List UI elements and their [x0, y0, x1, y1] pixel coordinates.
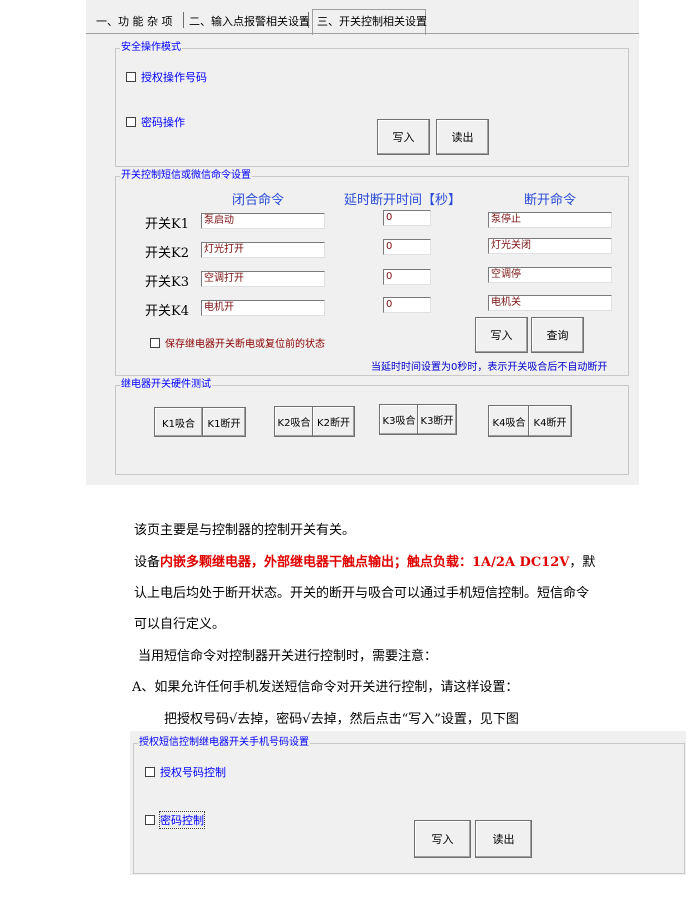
tab-input-alarm[interactable]: 二、输入点报警相关设置 [189, 13, 310, 29]
k2-delay-input[interactable]: 0 [383, 239, 431, 255]
sms-command-group: 开关控制短信或微信命令设置 闭合命令 延时断开时间【秒】 断开命令 开关K1 泵… [115, 169, 629, 376]
k2-open-button[interactable]: K2断开 [312, 406, 355, 437]
sms-query-button[interactable]: 查询 [531, 317, 584, 353]
save-state-label: 保存继电器开关断电或复位前的状态 [165, 339, 325, 350]
safety-mode-group: 安全操作模式 授权操作号码 密码操作 写入 读出 [115, 41, 629, 167]
switch-k1-label: 开关K1 [145, 217, 189, 232]
k4-delay-input[interactable]: 0 [383, 297, 431, 313]
paragraph-relay-spec: 设备内嵌多颗继电器，外部继电器干触点输出；触点负载：1A/2A DC12V，默 [134, 551, 595, 570]
k4-close-button[interactable]: K4吸合 [488, 405, 530, 437]
checkbox-box[interactable] [150, 337, 160, 348]
k2-open-command-input[interactable]: 灯光关闭 [488, 238, 612, 254]
delay-time-header: 延时断开时间【秒】 [344, 193, 462, 208]
password-checkbox[interactable]: 密码操作 [126, 114, 185, 130]
safety-read-button[interactable]: 读出 [436, 119, 489, 155]
safety-mode-title: 安全操作模式 [120, 41, 182, 55]
k4-open-command-input[interactable]: 电机关 [488, 295, 612, 311]
k1-close-button[interactable]: K1吸合 [154, 407, 203, 437]
k3-open-command-input[interactable]: 空调停 [488, 267, 612, 283]
paragraph-instructions: 把授权号码√去掉，密码√去掉，然后点击“写入”设置，见下图 [164, 712, 519, 727]
auth-sms-window: 授权短信控制继电器开关手机号码设置 授权号码控制 密码控制 写入 读出 [130, 731, 686, 875]
tab-misc-functions[interactable]: 一、功 能 杂 项 [96, 13, 173, 29]
k3-open-button[interactable]: K3断开 [417, 404, 457, 435]
delay-note: 当延时时间设置为0秒时，表示开关吸合后不自动断开 [371, 362, 608, 373]
paragraph-custom-commands: 可以自行定义。 [134, 617, 226, 632]
spec-prefix: 设备 [134, 555, 161, 570]
switch-k3-label: 开关K3 [145, 275, 189, 290]
k1-open-command-input[interactable]: 泵停止 [488, 212, 612, 228]
k1-delay-input[interactable]: 0 [383, 210, 431, 226]
k4-close-command-input[interactable]: 电机开 [201, 300, 325, 316]
sms-write-button[interactable]: 写入 [475, 317, 528, 353]
relay-test-title: 继电器开关硬件测试 [120, 378, 212, 392]
switch-k4-label: 开关K4 [145, 304, 189, 319]
auth-sms-group: 授权短信控制继电器开关手机号码设置 授权号码控制 密码控制 写入 读出 [133, 736, 685, 874]
paragraph-intro: 该页主要是与控制器的控制开关有关。 [134, 523, 356, 538]
tab-separator [308, 12, 309, 28]
auth-read-button[interactable]: 读出 [475, 820, 532, 858]
auth-number-control-label: 授权号码控制 [160, 766, 226, 779]
paragraph-default-state: 认上电后均处于断开状态。开关的断开与吸合可以通过手机短信控制。短信命令 [134, 586, 590, 601]
checkbox-box[interactable] [126, 72, 136, 82]
k1-open-button[interactable]: K1断开 [202, 407, 246, 437]
checkbox-box[interactable] [126, 117, 136, 127]
spec-highlight: 内嵌多颗继电器，外部继电器干触点输出；触点负载：1A/2A DC12V [160, 555, 570, 570]
k1-close-command-input[interactable]: 泵启动 [201, 213, 325, 229]
auth-number-control-checkbox[interactable]: 授权号码控制 [145, 764, 226, 780]
open-command-header: 断开命令 [524, 193, 577, 208]
paragraph-notice: 当用短信命令对控制器开关进行控制时，需要注意： [138, 649, 438, 664]
tab-switch-control[interactable]: 三、开关控制相关设置 [317, 13, 427, 29]
password-label: 密码操作 [141, 116, 185, 129]
k3-close-command-input[interactable]: 空调打开 [201, 271, 325, 287]
k2-close-button[interactable]: K2吸合 [274, 406, 314, 437]
k2-close-command-input[interactable]: 灯光打开 [201, 242, 325, 258]
k4-open-button[interactable]: K4断开 [528, 405, 572, 437]
k3-close-button[interactable]: K3吸合 [379, 404, 419, 435]
password-control-label: 密码控制 [159, 811, 205, 829]
checkbox-box[interactable] [145, 815, 155, 825]
config-window: 一、功 能 杂 项 二、输入点报警相关设置 三、开关控制相关设置 安全操作模式 … [86, 0, 639, 485]
checkbox-box[interactable] [145, 767, 155, 777]
password-control-checkbox[interactable]: 密码控制 [145, 811, 205, 829]
close-command-header: 闭合命令 [232, 193, 285, 208]
sms-command-title: 开关控制短信或微信命令设置 [120, 169, 252, 183]
save-state-checkbox[interactable]: 保存继电器开关断电或复位前的状态 [150, 335, 325, 350]
auth-number-checkbox[interactable]: 授权操作号码 [126, 69, 207, 85]
auth-write-button[interactable]: 写入 [414, 820, 471, 858]
tab-bar: 一、功 能 杂 项 二、输入点报警相关设置 三、开关控制相关设置 [86, 0, 639, 35]
switch-k2-label: 开关K2 [145, 246, 189, 261]
tab-divider [86, 33, 639, 34]
safety-write-button[interactable]: 写入 [377, 119, 430, 155]
tab-separator [183, 12, 184, 28]
auth-sms-title: 授权短信控制继电器开关手机号码设置 [138, 736, 310, 750]
relay-test-group: 继电器开关硬件测试 K1吸合 K1断开 K2吸合 K2断开 K3吸合 K3断开 … [115, 378, 629, 475]
k3-delay-input[interactable]: 0 [383, 269, 431, 285]
spec-suffix: ，默 [569, 555, 596, 570]
paragraph-item-a: A、如果允许任何手机发送短信命令对开关进行控制，请这样设置： [132, 680, 519, 695]
auth-number-label: 授权操作号码 [141, 71, 207, 84]
